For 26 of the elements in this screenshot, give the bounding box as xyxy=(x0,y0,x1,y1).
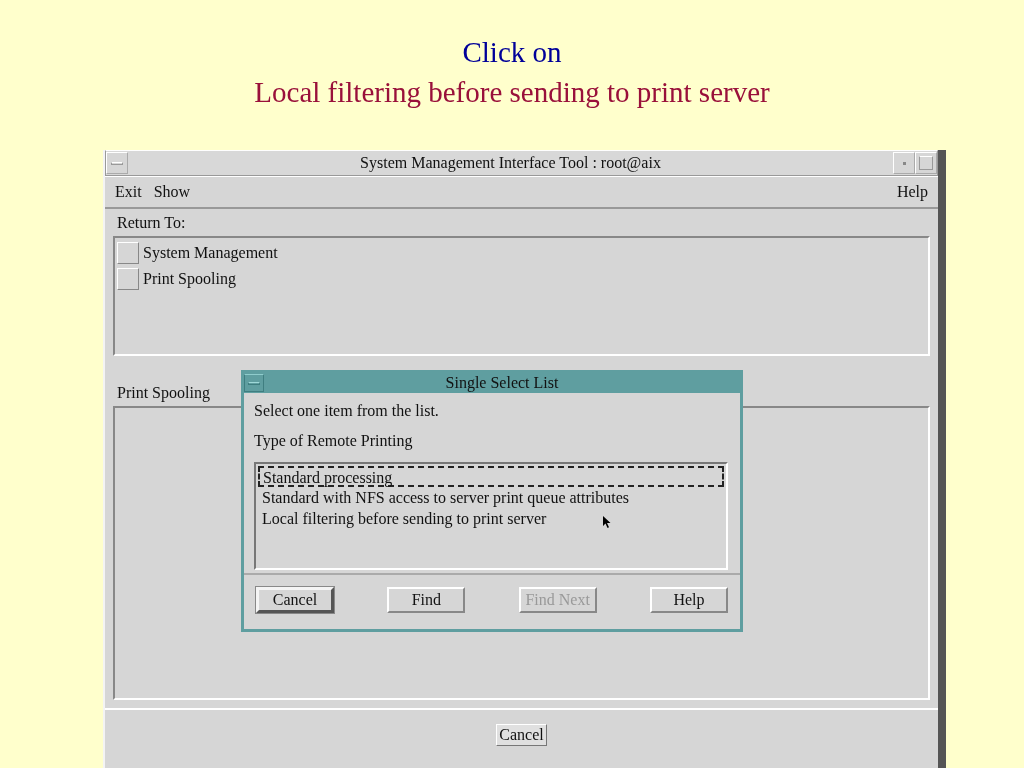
window-menu-button[interactable] xyxy=(244,374,264,392)
instruction-text: Select one item from the list. xyxy=(254,401,440,421)
slide-subheading: Local filtering before sending to print server xyxy=(254,75,770,110)
list-label: Type of Remote Printing xyxy=(254,431,414,452)
menu-item[interactable]: Help xyxy=(892,183,932,201)
list-item[interactable]: Standard processing xyxy=(258,466,724,487)
list-item[interactable]: Standard with NFS access to server print queue attributes xyxy=(258,487,634,508)
window-title: System Management Interface Tool : root@aix xyxy=(359,154,662,172)
mouse-pointer-icon xyxy=(603,516,611,528)
return-button[interactable] xyxy=(117,268,139,290)
cancel-button[interactable]: Cancel xyxy=(496,724,547,746)
slide-heading: Click on xyxy=(462,35,562,70)
maximize-button[interactable] xyxy=(915,152,937,174)
minimize-button[interactable] xyxy=(893,152,915,174)
menu-item[interactable]: Show xyxy=(149,183,195,201)
dialog-button[interactable]: Cancel xyxy=(256,587,334,613)
dialog-button[interactable]: Find xyxy=(387,587,466,613)
dialog-button[interactable]: Help xyxy=(650,587,728,613)
return-button[interactable] xyxy=(117,242,139,264)
menu-item[interactable]: Exit xyxy=(111,183,146,201)
return-item-label: System Management xyxy=(143,244,278,262)
list-item[interactable]: Local filtering before sending to print server xyxy=(258,508,551,529)
section-label: Print Spooling xyxy=(117,384,210,404)
section-label: Return To: xyxy=(117,214,186,233)
return-item-label: Print Spooling xyxy=(143,270,236,288)
dialog-title: Single Select List xyxy=(444,374,560,392)
